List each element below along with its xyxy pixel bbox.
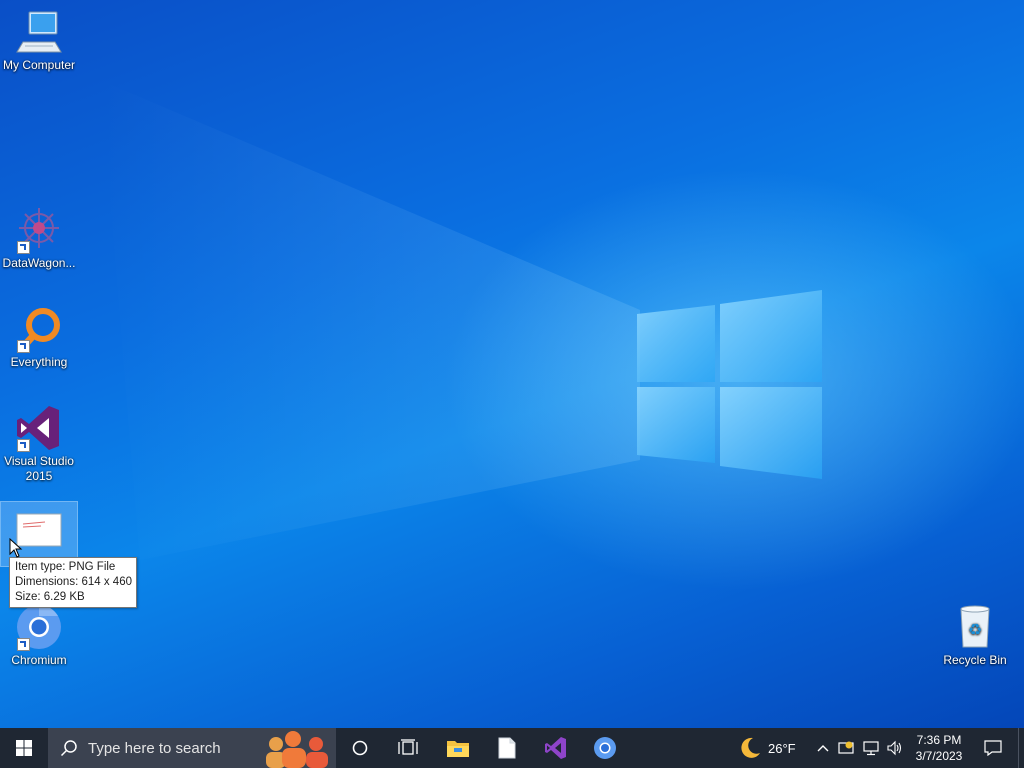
- action-center-button[interactable]: [976, 728, 1010, 768]
- cortana-circle-icon: [352, 740, 368, 756]
- mouse-cursor-icon: [9, 538, 23, 558]
- visual-studio-icon: [15, 404, 63, 452]
- file-explorer-icon: [447, 741, 469, 757]
- svg-text:♻: ♻: [968, 620, 982, 639]
- show-desktop-button[interactable]: [1018, 728, 1024, 768]
- desktop-icon-label: DataWagon...: [2, 256, 76, 270]
- weather-temperature: 26°F: [768, 740, 796, 756]
- desktop[interactable]: My Computer DataWagon... Everything Visu…: [0, 0, 1024, 728]
- moon-icon: [741, 737, 760, 758]
- computer-icon: [15, 8, 63, 56]
- speaker-icon: [887, 740, 902, 756]
- desktop-icon-my-computer[interactable]: My Computer: [1, 8, 77, 73]
- desktop-icon-label: Recycle Bin: [943, 653, 1007, 667]
- shortcut-arrow-icon: [17, 241, 30, 254]
- desktop-icon-visual-studio-2015[interactable]: Visual Studio 2015: [1, 404, 77, 484]
- file-info-tooltip: Item type: PNG File Dimensions: 614 x 46…: [9, 557, 137, 608]
- search-icon: [60, 740, 77, 757]
- desktop-icon-chromium[interactable]: Chromium: [1, 603, 77, 668]
- windows-logo-icon: [16, 740, 32, 756]
- weather-widget[interactable]: 26°F: [732, 728, 812, 768]
- taskbar: Type here to search 26°F 7:36 PM 3/7/202…: [0, 728, 1024, 768]
- desktop-icon-label: Everything: [10, 355, 68, 369]
- desktop-icon-label: Visual Studio 2015: [4, 454, 74, 483]
- tooltip-dimensions: Dimensions: 614 x 460: [15, 576, 132, 588]
- notepad-icon: [498, 737, 516, 759]
- tray-volume-button[interactable]: [884, 728, 906, 768]
- taskbar-search-box[interactable]: Type here to search: [48, 728, 336, 768]
- desktop-icon-datawagon[interactable]: DataWagon...: [1, 206, 77, 271]
- shield-warning-icon: [838, 741, 854, 754]
- taskbar-notepad[interactable]: [483, 728, 531, 768]
- tooltip-size: Size: 6.29 KB: [15, 591, 85, 603]
- task-view-button[interactable]: [384, 728, 432, 768]
- taskbar-file-explorer[interactable]: [434, 728, 482, 768]
- start-button[interactable]: [0, 728, 48, 768]
- chromium-icon: [15, 603, 63, 651]
- search-highlight-illustration-icon: [266, 731, 328, 768]
- clock-date: 3/7/2023: [915, 749, 963, 763]
- desktop-icon-label: Chromium: [11, 653, 67, 667]
- clock-time: 7:36 PM: [916, 733, 962, 747]
- notification-icon: [984, 740, 1002, 756]
- wallpaper-windows-logo: [100, 80, 822, 560]
- tray-security-icon-button[interactable]: [836, 728, 856, 768]
- recycle-bin-icon: ♻: [951, 603, 999, 651]
- datawagon-icon: [15, 206, 63, 254]
- task-view-icon: [398, 739, 418, 755]
- chevron-up-icon: [817, 745, 829, 752]
- taskbar-clock[interactable]: 7:36 PM 3/7/2023: [905, 728, 973, 768]
- shortcut-arrow-icon: [17, 340, 30, 353]
- desktop-icon-recycle-bin[interactable]: ♻ Recycle Bin: [937, 603, 1013, 668]
- everything-icon: [15, 305, 63, 353]
- visual-studio-icon: [545, 737, 566, 759]
- tray-network-button[interactable]: [860, 728, 882, 768]
- taskbar-visual-studio[interactable]: [532, 728, 580, 768]
- cortana-button[interactable]: [336, 728, 384, 768]
- chromium-icon: [594, 737, 616, 759]
- taskbar-chromium[interactable]: [581, 728, 629, 768]
- show-hidden-icons-button[interactable]: [814, 728, 832, 768]
- desktop-icon-label: My Computer: [2, 58, 76, 72]
- network-icon: [863, 741, 879, 756]
- shortcut-arrow-icon: [17, 638, 30, 651]
- search-placeholder: Type here to search: [88, 739, 221, 757]
- desktop-icon-everything[interactable]: Everything: [1, 305, 77, 370]
- shortcut-arrow-icon: [17, 439, 30, 452]
- tooltip-item-type: Item type: PNG File: [15, 561, 116, 573]
